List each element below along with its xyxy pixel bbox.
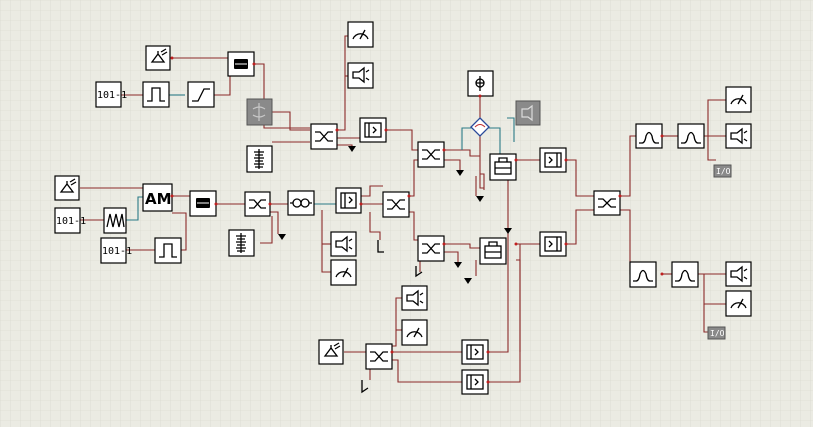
oscilloscope-3[interactable] [401, 285, 428, 311]
oscilloscope-4[interactable] [725, 123, 752, 149]
laser-source-top[interactable] [145, 45, 171, 71]
power-meter-4[interactable] [725, 86, 752, 113]
bandpass-filter-3[interactable] [629, 261, 657, 288]
noise-source-top[interactable] [246, 145, 273, 173]
photodetector-4[interactable] [539, 231, 567, 257]
coupler-6[interactable] [365, 343, 393, 370]
mach-zehnder-modulator-mid[interactable] [189, 190, 217, 217]
local-oscillator[interactable] [467, 70, 494, 97]
am-modulator[interactable]: AM [142, 183, 173, 212]
coupler-3[interactable] [382, 191, 410, 218]
power-meter-5[interactable] [725, 290, 752, 317]
oscilloscope-5[interactable] [725, 261, 752, 287]
power-meter-1[interactable] [347, 21, 374, 48]
coupler-7[interactable] [593, 190, 621, 216]
am-label: AM [145, 190, 172, 208]
io-port-label: I/O [716, 167, 731, 176]
nrz-pulse-generator-top[interactable] [142, 81, 170, 108]
photodetector-6[interactable] [461, 369, 489, 395]
coupler-4[interactable] [417, 141, 445, 168]
io-port-top[interactable]: I/O [713, 164, 732, 178]
bit-generator-label: 101-1 [97, 90, 127, 101]
power-meter-3[interactable] [401, 319, 428, 346]
bandpass-filter-1[interactable] [635, 123, 663, 149]
laser-source-mid[interactable] [54, 175, 80, 201]
photodetector-3[interactable] [539, 147, 567, 173]
coupler-1[interactable] [310, 123, 338, 150]
bandpass-filter-4[interactable] [671, 261, 699, 288]
schematic-canvas[interactable]: 101-1 101-1 101-1 AM I/O I/O [0, 0, 813, 427]
power-meter-2[interactable] [330, 259, 357, 286]
io-port-label: I/O [710, 329, 725, 338]
polarization-controller-disabled[interactable] [246, 98, 273, 126]
laser-source-bottom[interactable] [318, 339, 344, 365]
oscilloscope-1[interactable] [347, 62, 374, 89]
io-port-bottom[interactable]: I/O [707, 326, 726, 340]
oscilloscope-2[interactable] [330, 231, 357, 257]
low-pass-filter[interactable] [187, 81, 215, 108]
bit-generator-label: 101-1 [56, 216, 86, 227]
noise-source-mid[interactable] [228, 229, 255, 257]
optical-hybrid-bottom[interactable] [479, 237, 507, 265]
bit-generator-label: 101-1 [102, 246, 132, 257]
photodetector-1[interactable] [359, 117, 387, 143]
optical-fiber[interactable] [287, 190, 315, 216]
coupler-5[interactable] [417, 235, 445, 262]
mach-zehnder-modulator-top[interactable] [227, 51, 255, 77]
coupler-2[interactable] [244, 191, 271, 217]
photodetector-2[interactable] [335, 187, 362, 214]
bandpass-filter-2[interactable] [677, 123, 705, 149]
rz-pulse-generator[interactable] [103, 207, 127, 234]
optical-hybrid-top[interactable] [489, 153, 517, 181]
nrz-pulse-generator-low[interactable] [154, 237, 182, 264]
spectrum-analyzer-disabled[interactable] [515, 100, 541, 126]
photodetector-5[interactable] [461, 339, 489, 365]
